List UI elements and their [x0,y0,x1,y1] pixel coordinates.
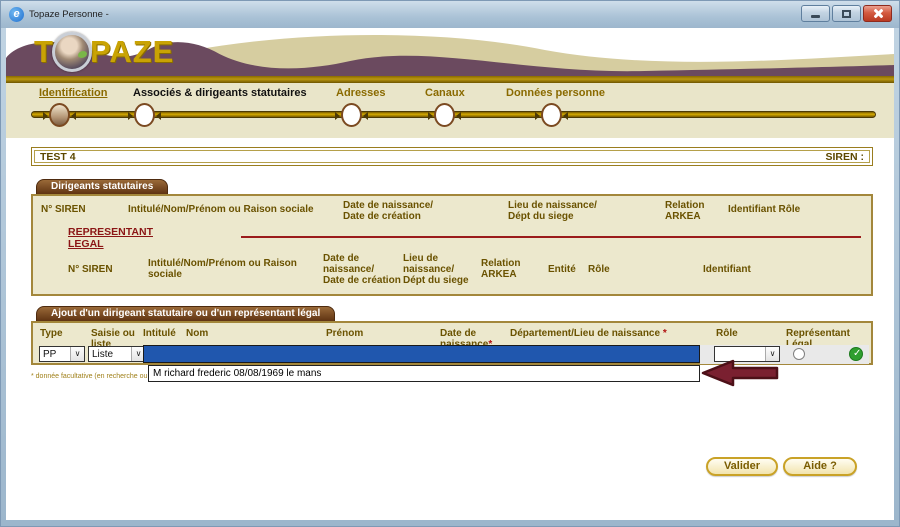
window-controls [801,5,892,22]
close-icon [872,8,883,19]
legal-divider-line [241,236,861,238]
titlebar: e Topaze Personne - [1,1,899,28]
step-canaux[interactable]: Canaux [425,87,465,99]
logo-letter-t: T [34,32,54,72]
dirigeants-panel: N° SIREN Intitulé/Nom/Prénom ou Raison s… [31,194,873,296]
confirm-check-icon[interactable] [849,347,863,361]
topaze-logo: T PAZE [34,32,174,72]
window-body: T PAZE ☎ ? [6,28,894,520]
footnote-text: * donnée facultative (en recherche ou [31,373,147,380]
saisie-select[interactable]: Liste [88,346,146,362]
col-relation-2: Relation ARKEA [481,258,520,280]
header-banner: T PAZE ☎ ? [6,28,894,76]
representant-legal-radio[interactable] [793,348,805,360]
col-identifiant-role-1: Identifiant Rôle [728,204,800,215]
col-identifiant-2: Identifiant [703,264,751,275]
step-associes[interactable]: Associés & dirigeants statutaires [133,87,307,99]
col-nom: Nom [186,328,208,339]
type-select[interactable]: PP [39,346,85,362]
tab-dirigeants-statutaires: Dirigeants statutaires [36,179,168,194]
maximize-icon [842,10,851,18]
minimize-icon [811,15,820,18]
col-entite-2: Entité [548,264,576,275]
app-window: e Topaze Personne - T PAZE [0,0,900,527]
col-lieu-1: Lieu de naissance/ Dépt du siege [508,200,597,222]
col-departement: Département/Lieu de naissance * [510,328,667,339]
col-prenom: Prénom [326,328,363,339]
page: T PAZE ☎ ? [6,28,894,520]
logo-avatar-photo [52,32,92,72]
col-dept-text: Département/Lieu de naissance [510,328,663,339]
maximize-button[interactable] [832,5,861,22]
step-circle-adresses[interactable] [341,103,362,127]
step-circle-identification[interactable] [49,103,70,127]
gold-divider-band [6,76,894,83]
col-type: Type [40,328,63,339]
col-role-2: Rôle [588,264,610,275]
window-title: Topaze Personne - [29,9,109,20]
dropdown-item-person[interactable]: M richard frederic 08/08/1969 le mans [149,366,699,381]
name-dropdown-list: M richard frederic 08/08/1969 le mans [148,365,700,382]
step-circle-canaux[interactable] [434,103,455,127]
minimize-button[interactable] [801,5,830,22]
annotation-arrow-icon [700,358,780,388]
col-intitule: Intitulé [143,328,176,339]
valider-button[interactable]: Valider [706,457,778,476]
step-identification[interactable]: Identification [39,87,107,99]
entity-name: TEST 4 [40,151,76,163]
col-date-2: Date de naissance/ Date de création [323,253,401,286]
name-combobox-selected[interactable] [143,345,700,363]
col-relation-1: Relation ARKEA [665,200,704,222]
step-circle-donnees[interactable] [541,103,562,127]
aide-button[interactable]: Aide ? [783,457,857,476]
wizard-steps-bar: Identification Associés & dirigeants sta… [6,83,894,138]
saisie-select-value: Liste [89,349,131,360]
entity-bar-inner: TEST 4 SIREN : [34,150,870,163]
col-date-1: Date de naissance/ Date de création [343,200,433,222]
close-button[interactable] [863,5,892,22]
step-donnees-personne[interactable]: Données personne [506,87,605,99]
step-circle-associes[interactable] [134,103,155,127]
col-siren-2: N° SIREN [68,264,113,275]
col-intitule-1: Intitulé/Nom/Prénom ou Raison sociale [128,204,314,215]
step-adresses[interactable]: Adresses [336,87,386,99]
entity-bar: TEST 4 SIREN : [31,147,873,166]
siren-label: SIREN : [825,151,864,163]
leaf-icon [78,51,87,58]
representant-legal-link[interactable]: REPRESENTANT LEGAL [68,226,188,250]
col-siren-1: N° SIREN [41,204,86,215]
type-select-value: PP [40,349,70,360]
col-role: Rôle [716,328,738,339]
logo-text: PAZE [90,32,174,72]
tab-ajout-dirigeant: Ajout d'un dirigeant statutaire ou d'un … [36,306,335,321]
col-lieu-2: Lieu de naissance/ Dépt du siege [403,253,469,286]
browser-icon: e [9,7,24,22]
required-star: * [663,328,667,339]
chevron-down-icon [70,347,84,361]
col-intitule-2: Intitulé/Nom/Prénom ou Raison sociale [148,258,297,280]
